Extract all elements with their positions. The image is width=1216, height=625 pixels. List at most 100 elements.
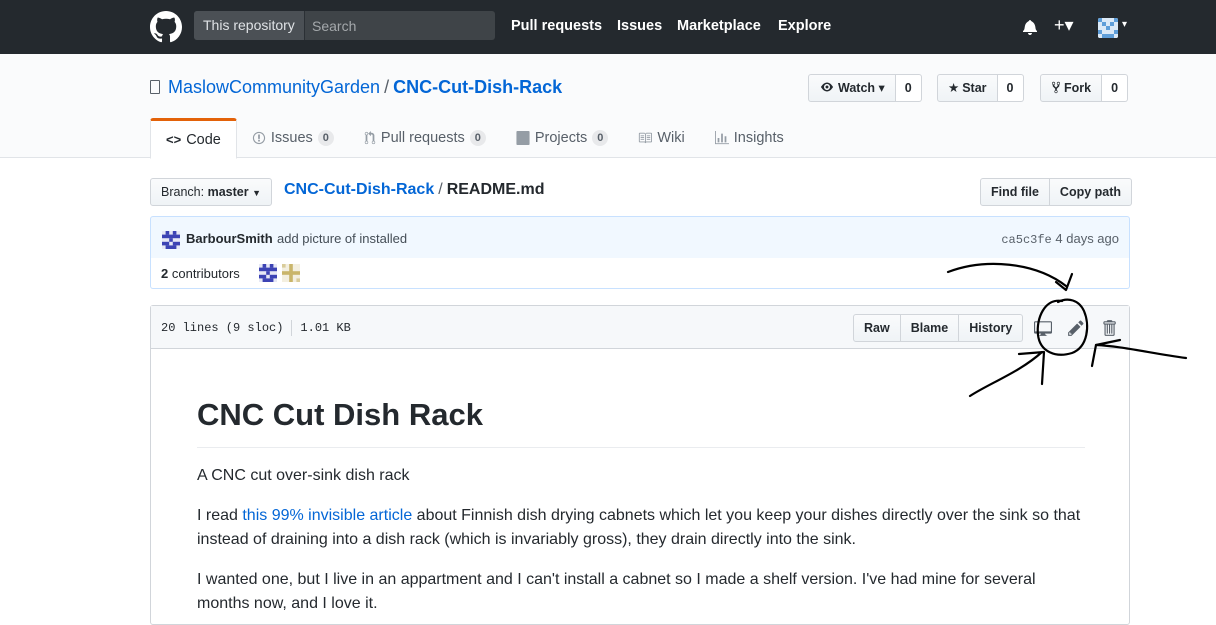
- desktop-icon[interactable]: [1034, 319, 1052, 337]
- fork-button[interactable]: Fork: [1040, 74, 1103, 102]
- repo-nav-tabs: <> Code Issues 0 Pull requests 0 Projects…: [150, 118, 799, 159]
- repo-title-separator: /: [384, 77, 390, 97]
- repo-title: MaslowCommunityGarden / CNC-Cut-Dish-Rack: [168, 77, 562, 98]
- raw-button[interactable]: Raw: [853, 314, 901, 342]
- contributors-text: 2 contributors: [161, 266, 240, 281]
- chevron-down-icon: ▼: [252, 188, 261, 198]
- tab-wiki-label: Wiki: [657, 130, 685, 146]
- search-box: This repository: [194, 11, 495, 40]
- global-header: This repository Pull requests Issues Mar…: [0, 0, 1216, 54]
- bell-icon[interactable]: [1022, 19, 1038, 35]
- commit-age: 4 days ago: [1055, 231, 1119, 246]
- search-input[interactable]: [304, 11, 495, 40]
- search-scope-label[interactable]: This repository: [194, 11, 305, 40]
- article-link[interactable]: this 99% invisible article: [242, 507, 412, 524]
- tab-pull-requests[interactable]: Pull requests 0: [349, 118, 501, 158]
- nav-issues[interactable]: Issues: [617, 18, 662, 34]
- fork-icon: [1051, 81, 1061, 94]
- readme-content: CNC Cut Dish Rack A CNC cut over-sink di…: [197, 396, 1085, 616]
- commit-meta: ca5c3fe 4 days ago: [1001, 231, 1119, 247]
- book-icon: [639, 132, 653, 144]
- tab-insights[interactable]: Insights: [700, 118, 799, 158]
- star-group: ★ Star 0: [937, 74, 1024, 102]
- file-actions: Raw Blame History: [853, 314, 1024, 342]
- star-button[interactable]: ★ Star: [937, 74, 998, 102]
- repo-icon: [150, 80, 160, 94]
- watch-group: Watch ▾ 0: [808, 74, 922, 102]
- branch-name: master: [207, 185, 249, 199]
- pencil-icon[interactable]: [1067, 319, 1085, 337]
- tab-code[interactable]: <> Code: [150, 118, 237, 159]
- star-icon: ★: [948, 81, 960, 95]
- pull-requests-count-badge: 0: [469, 130, 486, 146]
- fork-label: Fork: [1064, 81, 1092, 95]
- file-nav-buttons: Find file Copy path: [980, 178, 1133, 206]
- tab-wiki[interactable]: Wiki: [623, 118, 699, 158]
- branch-prefix: Branch:: [161, 185, 205, 199]
- contributors-count: 2: [161, 266, 169, 281]
- tab-code-label: Code: [186, 131, 221, 148]
- breadcrumb-repo-link[interactable]: CNC-Cut-Dish-Rack: [284, 181, 434, 198]
- file-info: 20 lines (9 sloc) 1.01 KB: [161, 320, 351, 336]
- identicon-icon: [1098, 18, 1118, 38]
- commit-tease: BarbourSmith add picture of installed ca…: [150, 216, 1130, 259]
- file-info-divider: [291, 320, 293, 336]
- breadcrumb: CNC-Cut-Dish-Rack / README.md: [284, 181, 544, 199]
- author-avatar[interactable]: [162, 231, 180, 249]
- pull-request-icon: [364, 131, 376, 145]
- issue-icon: [252, 131, 265, 145]
- nav-pull-requests[interactable]: Pull requests: [511, 18, 602, 34]
- readme-text: I read: [197, 506, 243, 524]
- fork-count[interactable]: 0: [1102, 74, 1129, 102]
- contributors-label: contributors: [171, 266, 240, 281]
- plus-icon[interactable]: +▾: [1054, 15, 1074, 36]
- star-count[interactable]: 0: [997, 74, 1024, 102]
- readme-paragraph: A CNC cut over-sink dish rack: [197, 466, 410, 484]
- avatar[interactable]: [1098, 18, 1118, 38]
- contributors-bar[interactable]: 2 contributors: [150, 258, 1130, 289]
- trash-icon[interactable]: [1100, 319, 1118, 337]
- project-icon: [516, 131, 530, 145]
- commit-message[interactable]: add picture of installed: [277, 231, 407, 246]
- breadcrumb-separator: /: [438, 181, 443, 198]
- branch-select[interactable]: Branch: master ▼: [150, 178, 272, 206]
- file-size: 1.01 KB: [300, 321, 351, 336]
- repo-header: MaslowCommunityGarden / CNC-Cut-Dish-Rack …: [0, 54, 1216, 159]
- blame-button[interactable]: Blame: [900, 314, 960, 342]
- file-header: 20 lines (9 sloc) 1.01 KB Raw Blame Histo…: [151, 306, 1129, 349]
- file-box: 20 lines (9 sloc) 1.01 KB Raw Blame Histo…: [150, 305, 1130, 625]
- projects-count-badge: 0: [592, 130, 609, 146]
- github-logo-icon[interactable]: [150, 11, 182, 43]
- commit-sha[interactable]: ca5c3fe: [1001, 233, 1051, 247]
- history-button[interactable]: History: [959, 314, 1024, 342]
- graph-icon: [714, 131, 729, 145]
- code-icon: <>: [166, 131, 182, 147]
- contributor-avatar[interactable]: [282, 264, 300, 282]
- copy-path-button[interactable]: Copy path: [1049, 178, 1133, 206]
- avatar-caret-icon[interactable]: ▾: [1122, 19, 1127, 30]
- breadcrumb-file: README.md: [446, 181, 545, 198]
- fork-group: Fork 0: [1040, 74, 1129, 102]
- watch-count[interactable]: 0: [895, 74, 922, 102]
- tab-issues[interactable]: Issues 0: [237, 118, 349, 158]
- readme-title: CNC Cut Dish Rack: [197, 396, 1085, 448]
- contributor-avatar[interactable]: [259, 264, 277, 282]
- nav-explore[interactable]: Explore: [778, 18, 831, 34]
- tab-projects-label: Projects: [534, 130, 588, 146]
- readme-paragraph: I read this 99% invisible article about …: [197, 504, 1085, 552]
- file-lines: 20 lines (9 sloc): [161, 321, 284, 336]
- eye-icon: [821, 82, 833, 92]
- tab-issues-label: Issues: [270, 130, 313, 146]
- repo-name-link[interactable]: CNC-Cut-Dish-Rack: [393, 77, 562, 97]
- star-label: Star: [962, 81, 987, 95]
- issues-count-badge: 0: [317, 130, 334, 146]
- readme-paragraph: I wanted one, but I live in an appartmen…: [197, 570, 1036, 612]
- tab-projects[interactable]: Projects 0: [501, 118, 624, 158]
- nav-marketplace[interactable]: Marketplace: [677, 18, 761, 34]
- tab-pull-requests-label: Pull requests: [380, 130, 465, 146]
- commit-author[interactable]: BarbourSmith: [186, 231, 273, 246]
- watch-button[interactable]: Watch ▾: [808, 74, 896, 102]
- repo-owner-link[interactable]: MaslowCommunityGarden: [168, 77, 380, 97]
- watch-label: Watch ▾: [838, 81, 885, 95]
- find-file-button[interactable]: Find file: [980, 178, 1050, 206]
